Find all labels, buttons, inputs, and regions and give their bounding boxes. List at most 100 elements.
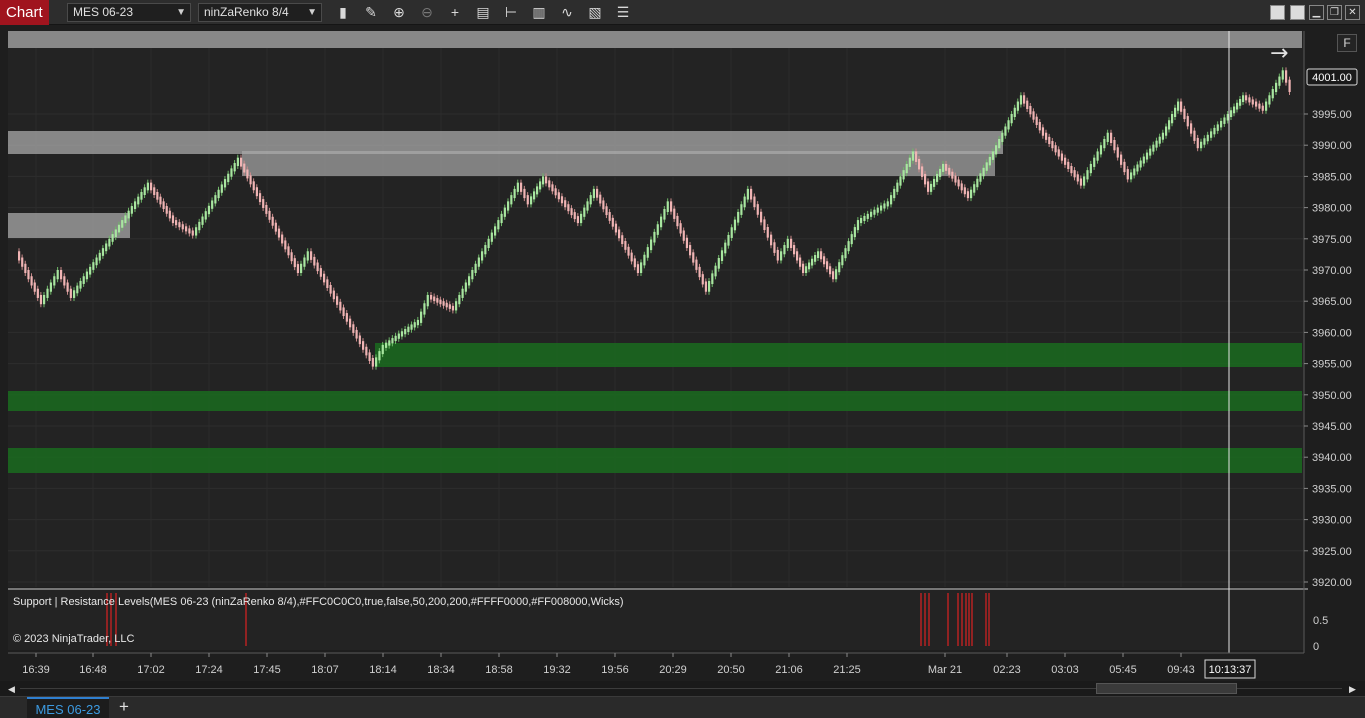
scroll-right-icon[interactable]: ▶ xyxy=(1349,684,1356,695)
candle-down xyxy=(576,216,580,224)
resistance-zone xyxy=(8,31,1302,48)
candle-down xyxy=(948,167,951,175)
time-tick-label: 09:43 xyxy=(1167,664,1195,676)
add-tab-button[interactable]: + xyxy=(114,697,134,718)
candle-up xyxy=(933,178,936,187)
candle-up xyxy=(1096,151,1099,161)
candle-down xyxy=(673,208,676,219)
candle-up xyxy=(1161,132,1165,140)
candle-down xyxy=(1196,137,1199,149)
candle-down xyxy=(310,251,313,260)
time-tick-label: 19:56 xyxy=(601,664,629,676)
data-box-icon[interactable]: ▤ xyxy=(474,4,492,21)
candle-down xyxy=(439,299,442,305)
bar-style-icon[interactable]: ▮ xyxy=(334,4,352,21)
candle-down xyxy=(1057,149,1060,157)
price-tick-label: 3925.00 xyxy=(1312,546,1352,558)
restore-icon[interactable] xyxy=(1290,5,1305,20)
candle-down xyxy=(1064,157,1067,165)
candle-down xyxy=(188,228,191,234)
f-button[interactable]: F xyxy=(1337,34,1357,52)
candle-up xyxy=(730,227,733,238)
candle-up xyxy=(536,186,539,195)
candle-up xyxy=(850,234,853,245)
candle-down xyxy=(630,252,633,262)
minimize-window-icon[interactable]: ▁ xyxy=(1309,5,1324,20)
candle-down xyxy=(249,175,252,185)
chart-trader-icon[interactable]: ⊢ xyxy=(502,4,520,21)
candle-up xyxy=(1133,168,1136,176)
candle-up xyxy=(896,182,899,192)
candle-down xyxy=(1067,161,1070,169)
candle-up xyxy=(133,201,137,210)
candle-down xyxy=(567,204,570,212)
candle-up xyxy=(426,294,429,307)
scroll-thumb[interactable] xyxy=(1096,683,1237,694)
candle-up xyxy=(533,191,536,200)
candle-down xyxy=(832,271,835,280)
candle-up xyxy=(1130,172,1133,180)
candle-up xyxy=(583,207,586,217)
candle-up xyxy=(539,181,542,190)
candle-down xyxy=(332,290,335,300)
candle-down xyxy=(802,263,805,273)
candle-up xyxy=(490,232,493,242)
menu-list-icon[interactable]: ☰ xyxy=(614,4,632,21)
candle-down xyxy=(36,288,39,298)
chart-panel[interactable]: → 3995.00 3990.00 3985.00 3980.00 3975.00 397… xyxy=(0,25,1365,681)
candle-down xyxy=(352,324,355,333)
candle-down xyxy=(682,230,685,241)
candle-up xyxy=(808,262,811,270)
zoom-in-icon[interactable]: ⊕ xyxy=(390,4,408,21)
candle-up xyxy=(1242,95,1245,103)
candle-down xyxy=(1258,103,1261,109)
candle-up xyxy=(468,276,471,286)
candle-up xyxy=(300,263,303,273)
bar-type-selector[interactable]: ninZaRenko 8/4 ▼ xyxy=(198,3,322,22)
candle-up xyxy=(484,245,487,255)
tab-mes-06-23[interactable]: MES 06-23 xyxy=(27,697,109,718)
indicators-icon[interactable]: ▥ xyxy=(530,4,548,21)
chevron-down-icon: ▼ xyxy=(176,7,186,18)
candle-down xyxy=(611,217,614,227)
candle-up xyxy=(780,251,783,261)
zoom-out-icon[interactable]: ⊖ xyxy=(418,4,436,21)
candle-up xyxy=(510,195,513,205)
indicator-axis-label: 0.5 xyxy=(1313,615,1328,627)
candle-down xyxy=(445,302,448,308)
scroll-left-icon[interactable]: ◀ xyxy=(8,684,15,695)
candle-up xyxy=(902,170,905,180)
candle-up xyxy=(79,280,82,289)
candle-down xyxy=(349,318,352,328)
minimize-icon[interactable] xyxy=(1270,5,1285,20)
candle-up xyxy=(73,290,76,298)
candle-down xyxy=(430,294,433,300)
instrument-selector[interactable]: MES 06-23 ▼ xyxy=(67,3,191,22)
price-tick-label: 3920.00 xyxy=(1312,577,1352,589)
draw-pencil-icon[interactable]: ✎ xyxy=(362,4,380,21)
candle-down xyxy=(339,301,342,311)
candle-down xyxy=(1035,116,1038,126)
crosshair-icon[interactable]: + xyxy=(446,4,464,21)
candle-down xyxy=(636,264,640,273)
strategies-icon[interactable]: ∿ xyxy=(558,4,576,21)
candle-down xyxy=(39,294,43,305)
candle-up xyxy=(204,211,207,220)
chart-window: Chart MES 06-23 ▼ ninZaRenko 8/4 ▼ ▮ ✎ ⊕… xyxy=(0,0,1365,718)
close-icon[interactable]: ✕ xyxy=(1345,5,1360,20)
candle-down xyxy=(60,270,63,280)
candle-up xyxy=(643,254,646,266)
arrow-right-icon[interactable]: → xyxy=(1270,41,1288,66)
properties-icon[interactable]: ▧ xyxy=(586,4,604,21)
candle-down xyxy=(776,249,779,261)
candle-down xyxy=(526,195,529,205)
candle-down xyxy=(293,258,296,268)
maximize-icon[interactable]: ❐ xyxy=(1327,5,1342,20)
candle-up xyxy=(198,221,201,231)
candle-down xyxy=(24,263,27,273)
candle-up xyxy=(890,195,893,205)
horizontal-scrollbar[interactable]: ◀ ▶ xyxy=(0,681,1365,696)
candle-up xyxy=(85,271,89,280)
candle-up xyxy=(841,255,844,266)
time-tick-label: 18:58 xyxy=(485,664,513,676)
